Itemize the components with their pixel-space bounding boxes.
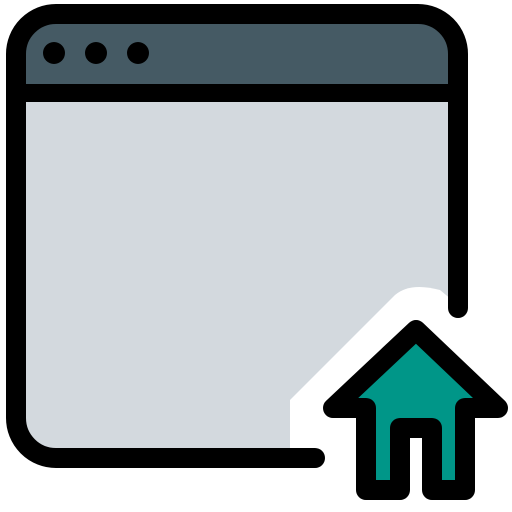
browser-home-icon-canvas xyxy=(0,0,512,512)
browser-home-icon xyxy=(6,4,508,500)
window-dot-3 xyxy=(127,42,149,64)
window-dot-2 xyxy=(85,42,107,64)
window-dot-1 xyxy=(43,42,65,64)
